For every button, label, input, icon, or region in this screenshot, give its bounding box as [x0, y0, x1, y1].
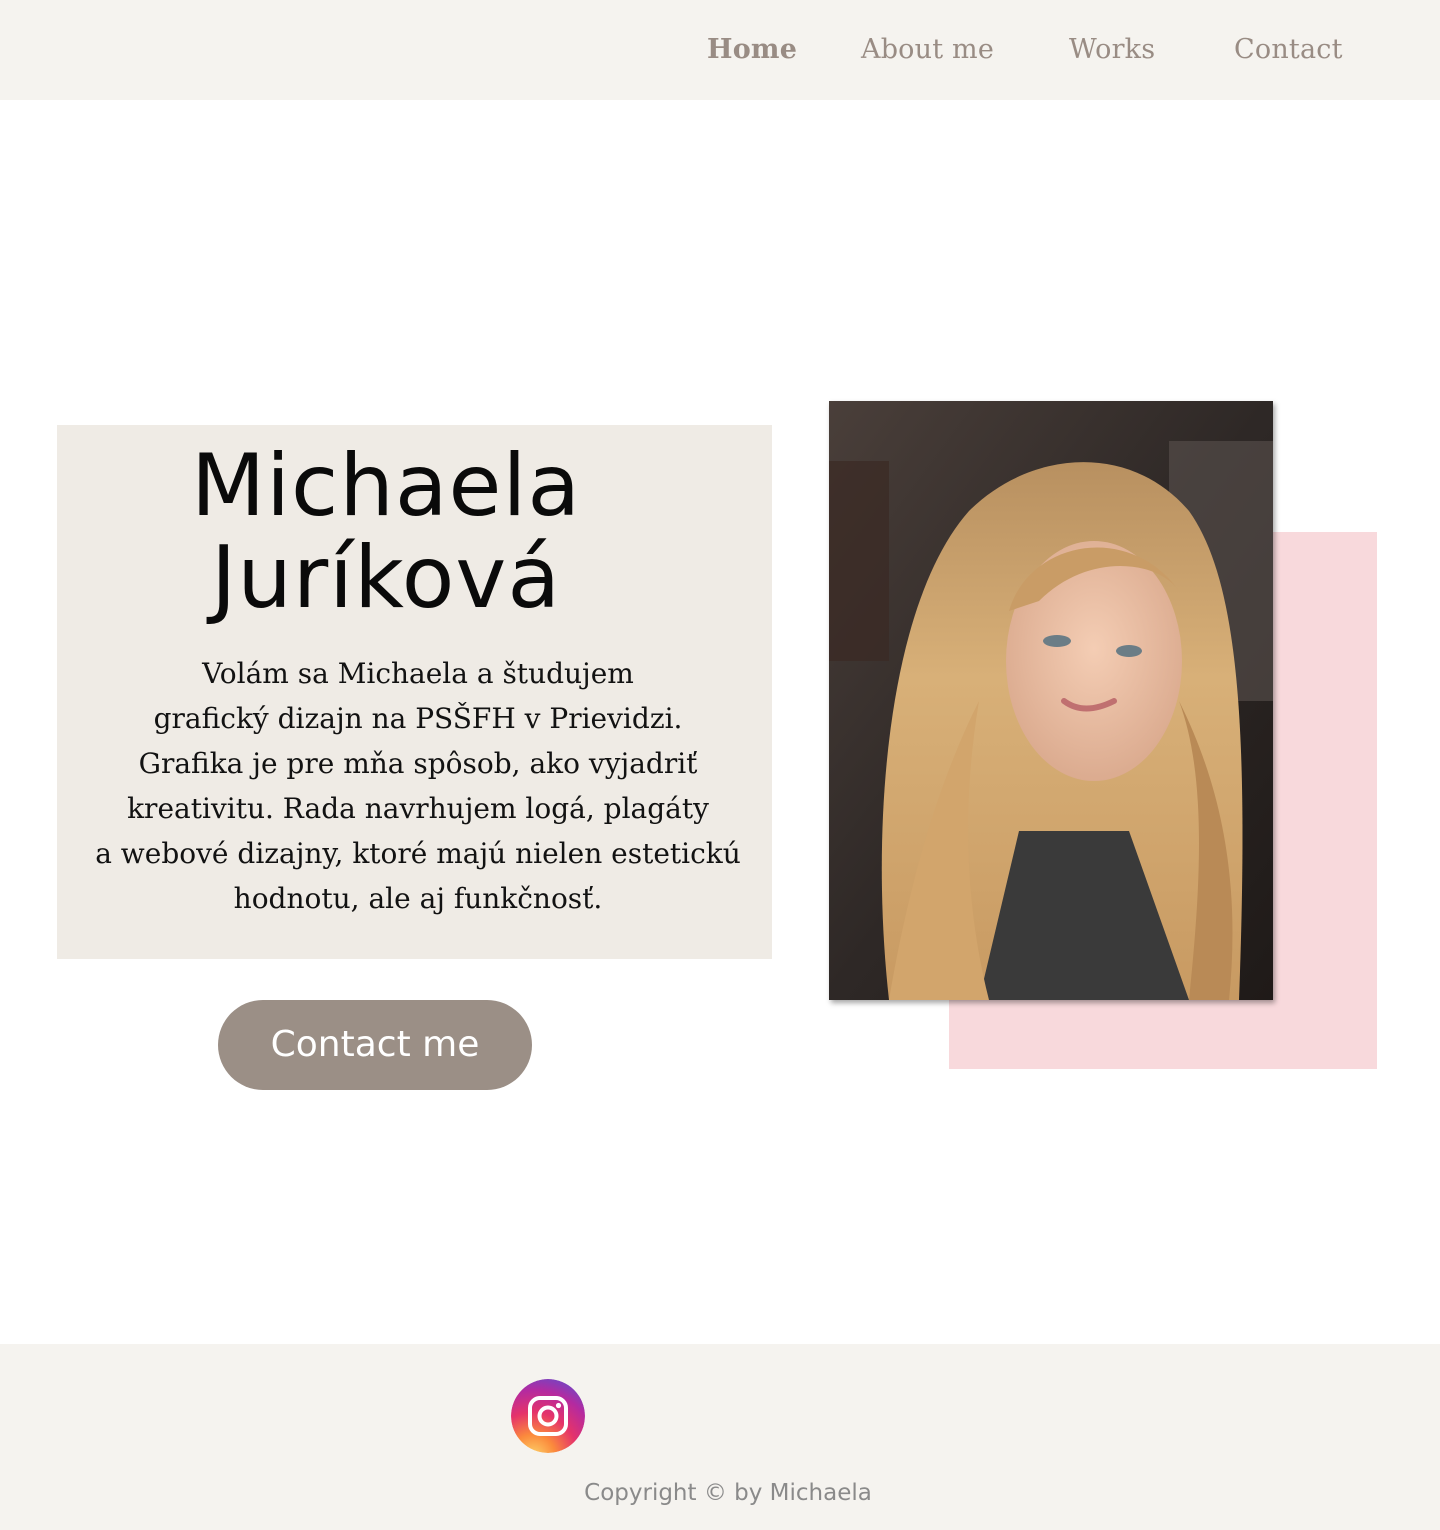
- contact-me-button[interactable]: Contact me: [218, 1000, 532, 1090]
- bio-line: a webové dizajny, ktoré majú nielen este…: [95, 837, 741, 870]
- nav-home-link[interactable]: Home: [707, 34, 797, 65]
- nav-contact-link[interactable]: Contact: [1234, 34, 1343, 65]
- bio-line: grafický dizajn na PSŠFH v Prievidzi.: [153, 702, 683, 735]
- instagram-icon[interactable]: [511, 1379, 585, 1453]
- bio-line: Volám sa Michaela a študujem: [202, 657, 634, 690]
- nav-about-me-link[interactable]: About me: [861, 34, 994, 65]
- profile-photo: [829, 401, 1273, 1000]
- hero-name-first: Michaela: [190, 436, 582, 536]
- site-header: Home About me Works Contact: [0, 0, 1440, 100]
- nav-works-link[interactable]: Works: [1069, 34, 1155, 65]
- bio-line: kreativitu. Rada navrhujem logá, plagáty: [127, 792, 709, 825]
- bio-line: hodnotu, ale aj funkčnosť.: [233, 882, 603, 915]
- hero-bio: Volám sa Michaela a študujem grafický di…: [57, 651, 779, 921]
- copyright-text: Copyright © by Michaela: [584, 1480, 872, 1506]
- bio-line: Grafika je pre mňa spôsob, ako vyjadriť: [138, 747, 698, 780]
- hero-name-last: Juríková: [210, 528, 562, 628]
- hero-name: Michaela Juríková: [0, 440, 772, 624]
